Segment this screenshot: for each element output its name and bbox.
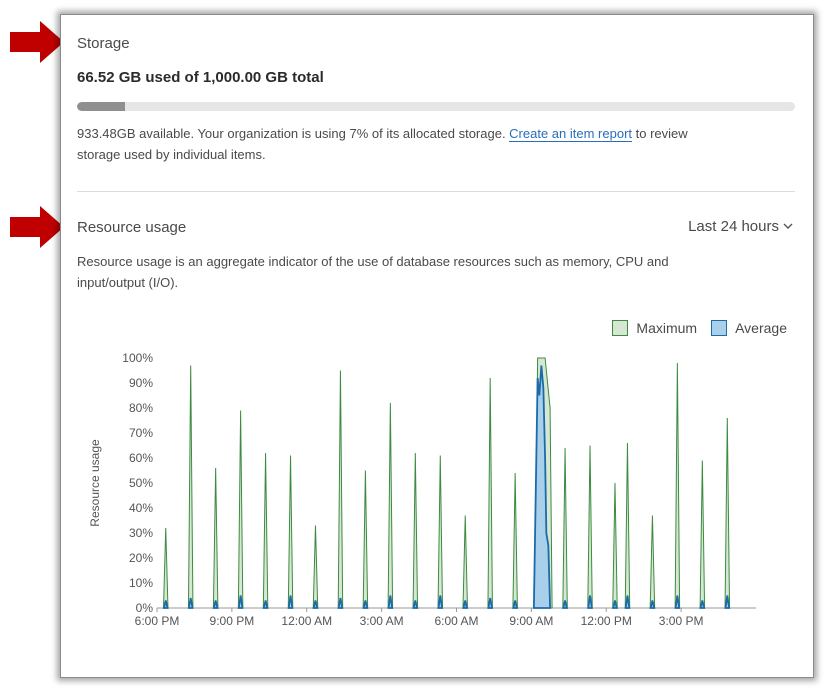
resource-usage-description: Resource usage is an aggregate indicator…: [77, 251, 797, 293]
time-range-dropdown[interactable]: Last 24 hours: [688, 218, 793, 235]
maximum-spike: [462, 515, 468, 609]
legend-swatch-maximum: [612, 320, 629, 336]
legend-item-maximum[interactable]: Maximum: [612, 320, 697, 336]
maximum-spike: [512, 472, 518, 609]
maximum-spike: [162, 527, 169, 609]
maximum-spike: [724, 417, 731, 609]
time-range-label: Last 24 hours: [688, 218, 779, 235]
chart-legend: Maximum Average: [612, 320, 787, 336]
maximum-spike: [287, 455, 294, 609]
maximum-spike: [362, 470, 369, 609]
x-tick-label: 9:00 AM: [509, 614, 553, 628]
maximum-spike: [587, 445, 593, 609]
y-tick-label: 70%: [129, 426, 153, 440]
y-tick-label: 10%: [129, 576, 153, 590]
maximum-spike: [674, 362, 681, 609]
maximum-spike: [412, 452, 419, 609]
maximum-spike: [312, 525, 319, 609]
x-tick-label: 9:00 PM: [210, 614, 255, 628]
storage-used-summary: 66.52 GB used of 1,000.00 GB total: [77, 69, 324, 86]
maximum-spike: [699, 460, 706, 609]
storage-usage-bar: [77, 102, 795, 111]
resource-usage-chart: Resource usage 100% 90% 80% 70% 60% 50% 40% 30% 2…: [88, 351, 756, 628]
y-tick-label: 40%: [129, 501, 153, 515]
maximum-spike: [237, 410, 244, 609]
maximum-spike: [262, 452, 269, 609]
x-tick-label: 6:00 AM: [434, 614, 478, 628]
storage-availability-lead: 933.48GB available. Your organization is…: [77, 126, 510, 141]
y-tick-label: 90%: [129, 376, 153, 390]
storage-usage-bar-fill: [77, 102, 125, 111]
y-tick-label: 0%: [136, 601, 154, 615]
maximum-spike: [387, 402, 394, 609]
maximum-spike: [649, 515, 656, 609]
storage-availability-line2: storage used by individual items.: [77, 147, 266, 162]
red-arrow-icon: [10, 206, 64, 248]
storage-resource-panel: Storage 66.52 GB used of 1,000.00 GB tot…: [60, 14, 814, 678]
y-tick-label: 50%: [129, 476, 153, 490]
resource-usage-title: Resource usage: [77, 219, 187, 236]
maximum-spike: [437, 455, 444, 609]
y-tick-label: 30%: [129, 526, 153, 540]
y-tick-label: 20%: [129, 551, 153, 565]
maximum-spike: [212, 467, 219, 609]
legend-label-average: Average: [735, 320, 787, 336]
resource-description-line2: input/output (I/O).: [77, 275, 179, 290]
resource-description-line1: Resource usage is an aggregate indicator…: [77, 254, 669, 269]
create-item-report-link[interactable]: Create an item report: [509, 126, 633, 142]
x-tick-label: 6:00 PM: [135, 614, 180, 628]
maximum-spike: [612, 482, 618, 609]
storage-availability-tail: to review: [632, 126, 688, 141]
legend-swatch-average: [711, 320, 728, 336]
y-tick-label: 80%: [129, 401, 153, 415]
maximum-spike: [487, 377, 493, 609]
legend-item-average[interactable]: Average: [711, 320, 787, 336]
x-tick-label: 3:00 PM: [659, 614, 704, 628]
y-tick-label: 100%: [122, 351, 153, 365]
chevron-down-icon: [783, 223, 793, 229]
red-arrow-icon: [10, 21, 64, 63]
y-tick-label: 60%: [129, 451, 153, 465]
section-divider: [77, 191, 795, 192]
y-axis-label: Resource usage: [88, 439, 102, 527]
x-tick-label: 12:00 PM: [581, 614, 632, 628]
legend-label-maximum: Maximum: [636, 320, 698, 336]
maximum-spike: [624, 442, 631, 609]
maximum-spike: [337, 370, 344, 609]
x-tick-label: 12:00 AM: [281, 614, 332, 628]
storage-availability-text: 933.48GB available. Your organization is…: [77, 123, 797, 165]
storage-title: Storage: [77, 35, 130, 52]
maximum-spike: [187, 365, 194, 609]
x-tick-label: 3:00 AM: [360, 614, 404, 628]
maximum-spike: [562, 447, 568, 609]
